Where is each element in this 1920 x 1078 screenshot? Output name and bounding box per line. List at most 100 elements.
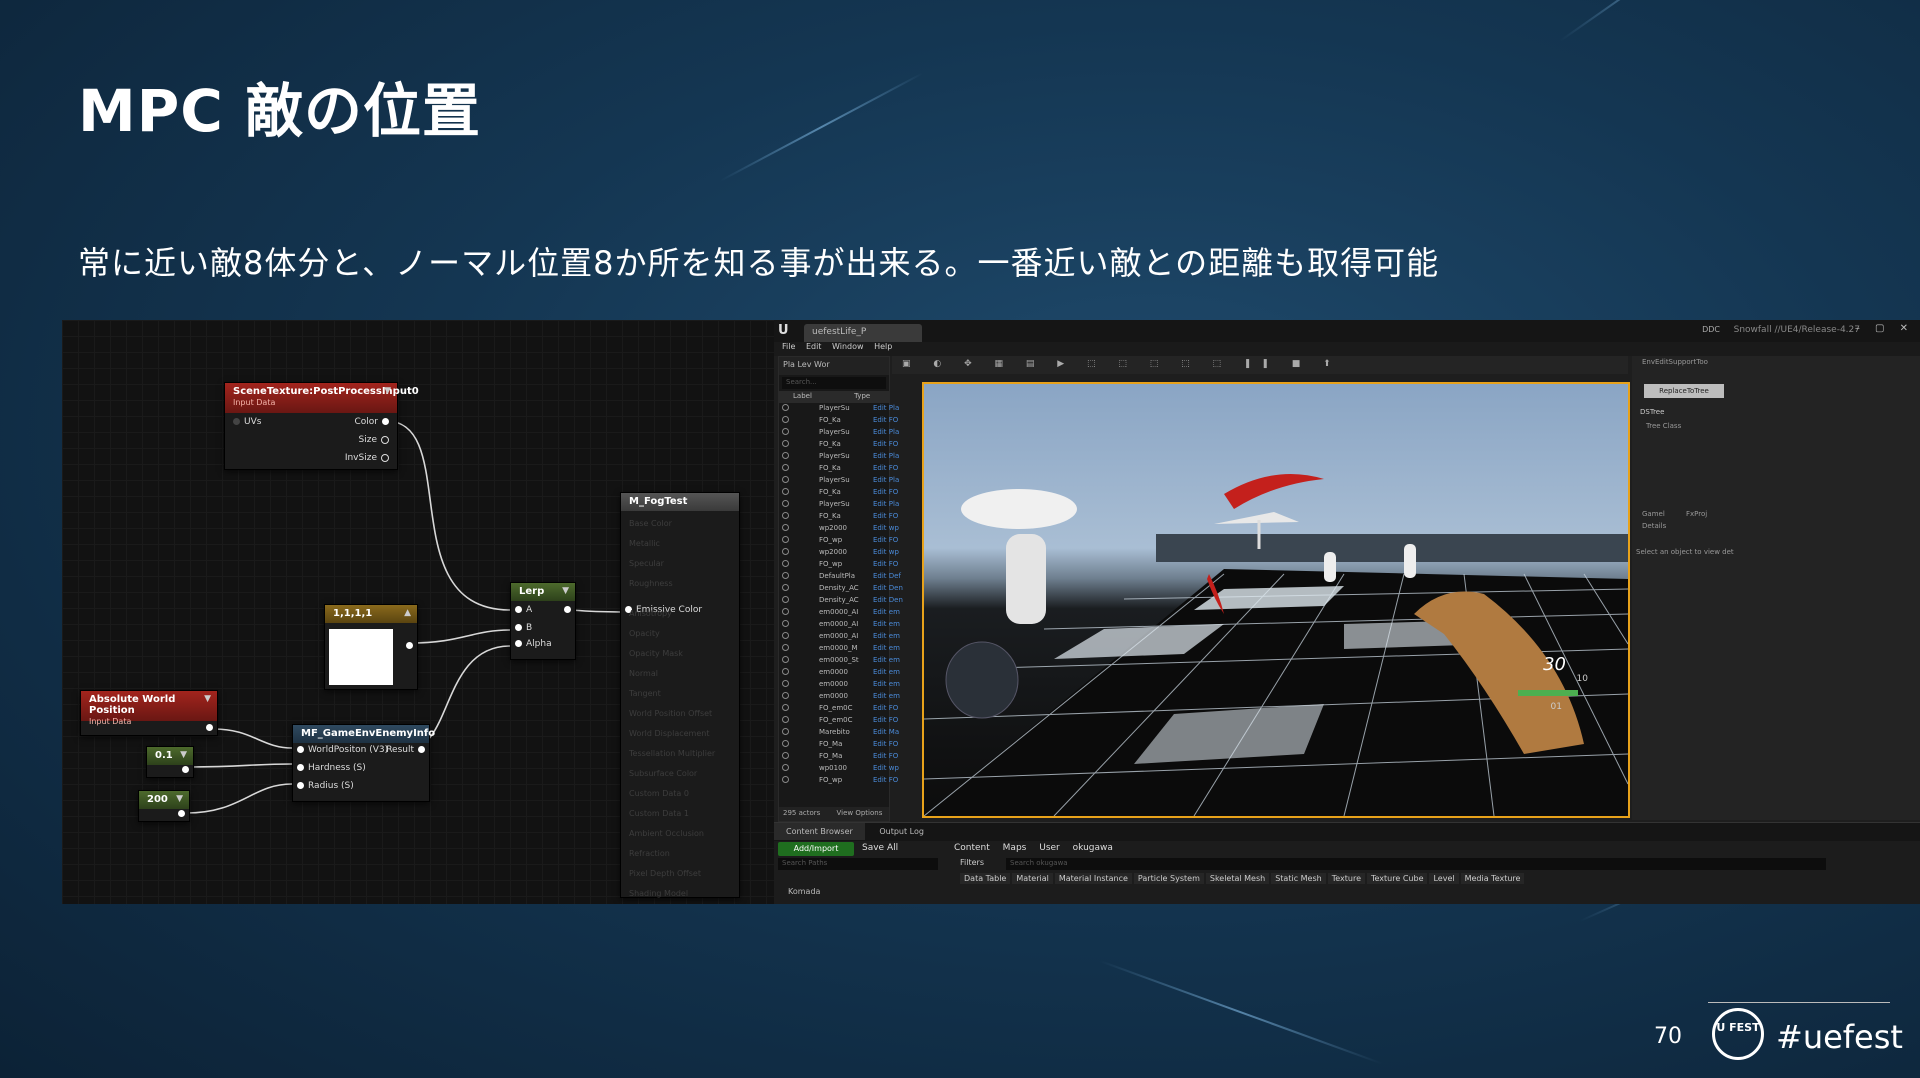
menu-edit[interactable]: Edit bbox=[806, 342, 822, 351]
outliner-row[interactable]: FO_wp Edit FO bbox=[779, 535, 898, 547]
details-tab[interactable]: Details bbox=[1642, 522, 1666, 530]
visibility-icon[interactable] bbox=[782, 668, 789, 675]
visibility-icon[interactable] bbox=[782, 752, 789, 759]
visibility-icon[interactable] bbox=[782, 404, 789, 411]
visibility-icon[interactable] bbox=[782, 440, 789, 447]
ddc-indicator[interactable]: DDC bbox=[1702, 325, 1720, 334]
material-editor-graph[interactable]: SceneTexture:PostProcessInput0 Input Dat… bbox=[62, 320, 774, 904]
pin-radius[interactable]: Radius (S) bbox=[293, 781, 354, 791]
actor-type-link[interactable]: Edit FO bbox=[873, 536, 898, 544]
view-options-button[interactable]: View Options bbox=[837, 809, 883, 817]
pin-lerp-out[interactable] bbox=[560, 605, 575, 615]
main-toolbar[interactable]: ▣ ◐ ✥ ▦ ▤ ▶ ⬚ ⬚ ⬚ ⬚ ⬚ ❚❚ ■ ⬆ bbox=[892, 356, 1628, 374]
filter-chip[interactable]: Particle System bbox=[1133, 873, 1204, 884]
filter-chip[interactable]: Media Texture bbox=[1460, 873, 1525, 884]
actor-type-link[interactable]: Edit Pla bbox=[873, 428, 899, 436]
actor-type-link[interactable]: Edit FO bbox=[873, 752, 898, 760]
path-search-input[interactable]: Search Paths bbox=[778, 858, 938, 870]
outliner-row[interactable]: em0000_St Edit em bbox=[779, 655, 900, 667]
outliner-row[interactable]: wp2000 Edit wp bbox=[779, 523, 899, 535]
visibility-icon[interactable] bbox=[782, 776, 789, 783]
filter-chip[interactable]: Data Table bbox=[960, 873, 1011, 884]
actor-type-link[interactable]: Edit FO bbox=[873, 776, 898, 784]
visibility-icon[interactable] bbox=[782, 560, 789, 567]
filter-chip[interactable]: Skeletal Mesh bbox=[1205, 873, 1270, 884]
outliner-row[interactable]: PlayerSu Edit Pla bbox=[779, 451, 899, 463]
collapse-icon[interactable]: ▲ bbox=[404, 608, 411, 618]
save-all-button[interactable]: Save All bbox=[862, 843, 898, 853]
actor-type-link[interactable]: Edit em bbox=[873, 680, 900, 688]
material-input-pin[interactable]: Specular bbox=[629, 559, 664, 568]
outliner-row[interactable]: Marebito Edit Ma bbox=[779, 727, 899, 739]
outliner-row[interactable]: FO_wp Edit FO bbox=[779, 559, 898, 571]
visibility-icon[interactable] bbox=[782, 476, 789, 483]
material-input-pin[interactable]: Opacity Mask bbox=[629, 649, 683, 658]
outliner-row[interactable]: em0000_AI Edit em bbox=[779, 631, 900, 643]
visibility-icon[interactable] bbox=[782, 584, 789, 591]
actor-type-link[interactable]: Edit em bbox=[873, 668, 900, 676]
crumb-user[interactable]: User bbox=[1039, 843, 1060, 853]
visibility-icon[interactable] bbox=[782, 524, 789, 531]
outliner-row[interactable]: DefaultPla Edit Def bbox=[779, 571, 901, 583]
outliner-row[interactable]: FO_Ma Edit FO bbox=[779, 751, 898, 763]
material-input-pin[interactable]: Opacity bbox=[629, 629, 660, 638]
dstree-section[interactable]: DSTree bbox=[1640, 408, 1664, 416]
tab-content-browser[interactable]: Content Browser bbox=[774, 823, 865, 840]
crumb-maps[interactable]: Maps bbox=[1003, 843, 1027, 853]
outliner-row[interactable]: FO_Ka Edit FO bbox=[779, 415, 898, 427]
add-import-button[interactable]: Add/Import bbox=[778, 842, 854, 856]
material-input-pin[interactable]: Tessellation Multiplier bbox=[629, 749, 715, 758]
collapse-icon[interactable]: ▼ bbox=[384, 386, 391, 396]
actor-type-link[interactable]: Edit wp bbox=[873, 524, 899, 532]
pin-awp-out[interactable] bbox=[202, 723, 217, 733]
material-input-pin[interactable]: Custom Data 0 bbox=[629, 789, 689, 798]
radius-constant-node[interactable]: 200 ▼ bbox=[138, 790, 190, 822]
crumb-okugawa[interactable]: okugawa bbox=[1073, 843, 1113, 853]
visibility-icon[interactable] bbox=[782, 500, 789, 507]
collapse-icon[interactable]: ▼ bbox=[562, 586, 569, 596]
outliner-row[interactable]: em0000_M Edit em bbox=[779, 643, 900, 655]
level-tab[interactable]: uefestLife_P bbox=[804, 324, 922, 342]
actor-type-link[interactable]: Edit FO bbox=[873, 740, 898, 748]
menu-window[interactable]: Window bbox=[832, 342, 864, 351]
pin-hardness[interactable]: Hardness (S) bbox=[293, 763, 366, 773]
outliner-row[interactable]: em0000 Edit em bbox=[779, 679, 900, 691]
actor-type-link[interactable]: Edit FO bbox=[873, 440, 898, 448]
actor-type-link[interactable]: Edit FO bbox=[873, 512, 898, 520]
visibility-icon[interactable] bbox=[782, 416, 789, 423]
actor-type-link[interactable]: Edit Den bbox=[873, 584, 903, 592]
outliner-row[interactable]: PlayerSu Edit Pla bbox=[779, 427, 899, 439]
outliner-row[interactable]: FO_Ka Edit FO bbox=[779, 511, 898, 523]
actor-type-link[interactable]: Edit Den bbox=[873, 596, 903, 604]
actor-type-link[interactable]: Edit FO bbox=[873, 416, 898, 424]
actor-type-link[interactable]: Edit em bbox=[873, 656, 900, 664]
actor-type-link[interactable]: Edit Pla bbox=[873, 500, 899, 508]
visibility-icon[interactable] bbox=[782, 728, 789, 735]
pin-alpha[interactable]: Alpha bbox=[511, 639, 552, 649]
outliner-row[interactable]: FO_Ka Edit FO bbox=[779, 439, 898, 451]
pin-a[interactable]: A bbox=[511, 605, 532, 615]
outliner-search-input[interactable]: Search... bbox=[782, 377, 886, 389]
hardness-constant-node[interactable]: 0.1 ▼ bbox=[146, 746, 194, 778]
menu-help[interactable]: Help bbox=[874, 342, 892, 351]
visibility-icon[interactable] bbox=[782, 644, 789, 651]
material-input-pin[interactable]: Custom Data 1 bbox=[629, 809, 689, 818]
actor-type-link[interactable]: Edit wp bbox=[873, 548, 899, 556]
visibility-icon[interactable] bbox=[782, 764, 789, 771]
filter-chip[interactable]: Static Mesh bbox=[1271, 873, 1326, 884]
pin-uvs[interactable]: UVs bbox=[229, 417, 261, 427]
visibility-icon[interactable] bbox=[782, 620, 789, 627]
visibility-icon[interactable] bbox=[782, 692, 789, 699]
visibility-icon[interactable] bbox=[782, 632, 789, 639]
filter-chip[interactable]: Texture bbox=[1327, 873, 1365, 884]
filter-chip[interactable]: Material bbox=[1012, 873, 1053, 884]
material-input-pin[interactable]: Base Color bbox=[629, 519, 672, 528]
actor-type-link[interactable]: Edit Pla bbox=[873, 404, 899, 412]
tab-output-log[interactable]: Output Log bbox=[867, 823, 936, 840]
visibility-icon[interactable] bbox=[782, 596, 789, 603]
visibility-icon[interactable] bbox=[782, 548, 789, 555]
pin-hardness-out[interactable] bbox=[178, 765, 193, 775]
actor-type-link[interactable]: Edit FO bbox=[873, 716, 898, 724]
material-input-pin[interactable]: Subsurface Color bbox=[629, 769, 697, 778]
material-input-pin[interactable]: Refraction bbox=[629, 849, 670, 858]
